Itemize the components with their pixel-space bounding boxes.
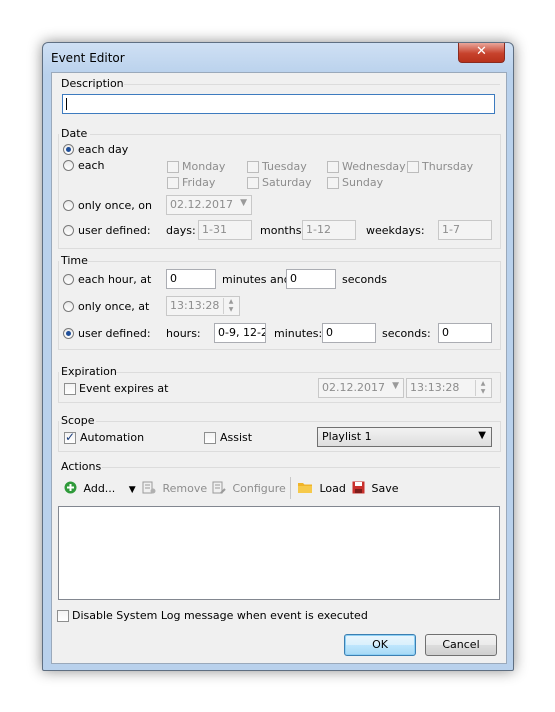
folder-icon: [298, 481, 313, 496]
expiration-group-box: [58, 372, 501, 403]
save-icon: [352, 481, 365, 497]
disable-log-checkbox[interactable]: [57, 610, 69, 622]
dropdown-arrow-icon[interactable]: ▼: [129, 485, 136, 495]
description-divider: [124, 84, 500, 85]
actions-list[interactable]: [58, 506, 500, 600]
text-caret: [66, 98, 67, 110]
ok-button[interactable]: OK: [344, 634, 416, 656]
add-icon: [64, 481, 77, 497]
description-input[interactable]: [62, 94, 495, 114]
add-label: Add...: [83, 482, 116, 495]
load-label: Load: [319, 481, 346, 495]
remove-action-button[interactable]: Remove: [142, 481, 207, 497]
save-label: Save: [371, 482, 399, 495]
dialog-body: Description Date each day each Monday Tu…: [51, 72, 507, 664]
toolbar-separator: [290, 477, 291, 499]
window-title: Event Editor: [51, 51, 125, 65]
scope-group-box: [58, 421, 501, 452]
remove-icon: [142, 481, 156, 497]
configure-label: Configure: [232, 482, 286, 495]
title-bar[interactable]: Event Editor ✕: [43, 43, 513, 71]
event-editor-window: Event Editor ✕ Description Date each day…: [42, 42, 514, 671]
add-action-button[interactable]: Add... ▼: [64, 481, 136, 497]
time-group-box: [58, 261, 501, 350]
close-button[interactable]: ✕: [458, 43, 505, 63]
save-button[interactable]: Save: [352, 481, 399, 497]
cancel-button[interactable]: Cancel: [425, 634, 497, 656]
description-group-label: Description: [61, 77, 124, 90]
configure-icon: [212, 481, 226, 497]
disable-log-label: Disable System Log message when event is…: [72, 609, 368, 622]
actions-group-label: Actions: [61, 460, 102, 473]
remove-label: Remove: [162, 482, 208, 495]
actions-divider: [102, 467, 500, 468]
load-button[interactable]: Load: [298, 481, 346, 496]
date-group-box: [58, 134, 501, 249]
configure-action-button[interactable]: Configure: [212, 481, 286, 497]
